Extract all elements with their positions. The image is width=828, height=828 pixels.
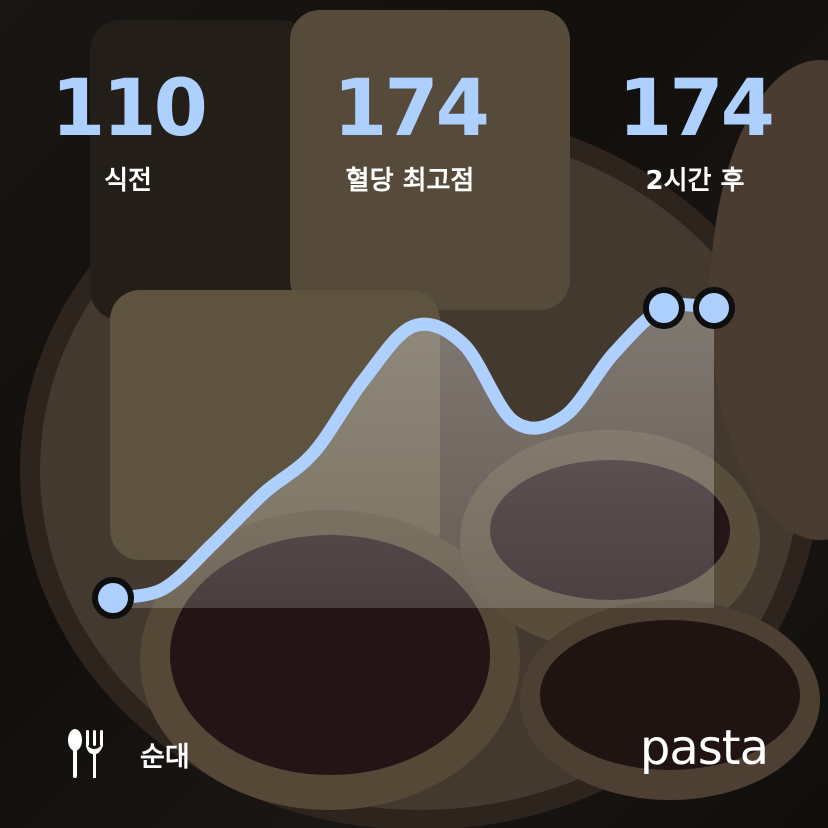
food-name: 순대 — [140, 741, 190, 773]
utensils-icon — [68, 729, 103, 778]
food-tag: 순대 — [66, 728, 190, 780]
stat-after-label: 2시간 후 — [645, 166, 745, 196]
stat-peak-label: 혈당 최고점 — [345, 166, 475, 196]
glucose-card: 110 식전 174 혈당 최고점 174 2시간 후 순대 pasta — [0, 0, 828, 828]
chart-point-marker — [642, 287, 685, 329]
stat-before-label: 식전 — [104, 166, 152, 196]
stat-peak-value: 174 — [333, 64, 490, 154]
stat-two-hours-after: 174 2시간 후 — [575, 64, 815, 197]
stat-peak: 174 혈당 최고점 — [290, 64, 530, 197]
stat-before-value: 110 — [51, 64, 208, 154]
stat-after-value: 174 — [618, 64, 775, 154]
stat-before-meal: 110 식전 — [8, 64, 248, 197]
chart-point-marker — [92, 577, 134, 619]
chart-point-marker — [693, 287, 735, 329]
brand-logo: pasta — [639, 720, 769, 776]
